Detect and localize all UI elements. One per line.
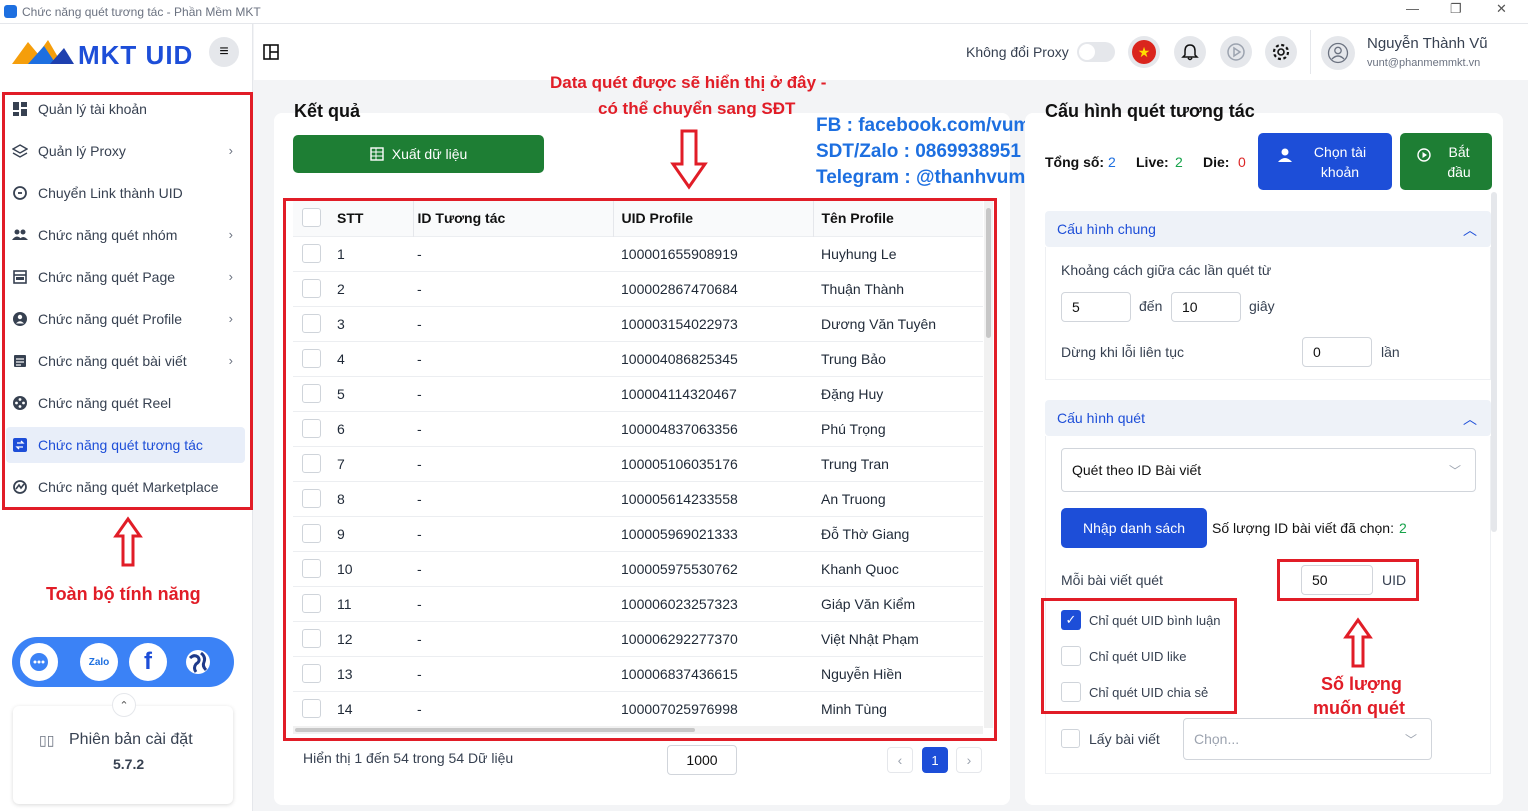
page-1-button[interactable]: 1 — [922, 747, 948, 773]
total-label: Tổng số: — [1045, 154, 1105, 170]
interval-label: Khoảng cách giữa các lần quét từ — [1061, 262, 1272, 278]
page-size-input[interactable]: 1000 — [667, 745, 737, 775]
avatar[interactable] — [1321, 36, 1355, 70]
menu-toggle-button[interactable]: ≡ — [209, 37, 239, 67]
window-titlebar: Chức năng quét tương tác - Phần Mềm MKT … — [0, 0, 1528, 24]
play-icon — [1417, 147, 1431, 162]
layout-toggle-icon[interactable] — [263, 44, 279, 60]
prev-page-button[interactable]: ‹ — [887, 747, 913, 773]
start-button[interactable]: Bắt đầu — [1400, 133, 1492, 190]
scan-mode-value: Quét theo ID Bài viết — [1072, 462, 1202, 478]
annotation-all-features: Toàn bộ tính năng — [46, 584, 201, 604]
pagination-info: Hiển thị 1 đến 54 trong 54 Dữ liệu — [303, 750, 514, 766]
selected-count-label: Số lượng ID bài viết đã chọn: — [1212, 520, 1394, 536]
excel-icon — [370, 147, 384, 161]
user-add-icon — [1277, 147, 1293, 163]
annotation-quantity-1: Số lượng — [1321, 674, 1402, 694]
version-box: ▯▯ Phiên bản cài đặt 5.7.2 — [13, 706, 233, 804]
annotation-facebook: FB : facebook.com/vumkt — [816, 115, 1048, 136]
get-posts-checkbox[interactable] — [1061, 729, 1080, 748]
total-count: 2 — [1108, 154, 1116, 170]
annotation-quantity-2: muốn quét — [1313, 698, 1405, 718]
up-arrow-annotation-icon — [113, 516, 143, 568]
live-label: Live: — [1136, 154, 1169, 170]
annotation-box-table — [283, 198, 997, 741]
topbar-divider — [1310, 30, 1311, 74]
restore-icon[interactable]: ❐ — [1450, 1, 1462, 17]
annotation-phone: SDT/Zalo : 0869938951 — [816, 141, 1021, 162]
die-label: Die: — [1203, 154, 1230, 170]
selected-count: 2 — [1399, 520, 1407, 536]
general-config-title: Cấu hình chung — [1057, 221, 1156, 237]
hamburger-icon: ≡ — [219, 43, 229, 60]
get-posts-placeholder: Chọn... — [1194, 731, 1240, 747]
stop-on-error-label: Dừng khi lỗi liên tục — [1061, 344, 1184, 360]
annotation-data-note-1: Data quét được sẽ hiển thị ở đây - — [550, 73, 827, 92]
die-count: 0 — [1238, 154, 1246, 170]
seconds-label: giây — [1249, 298, 1275, 314]
annotation-data-note-2: có thể chuyển sang SĐT — [598, 99, 796, 118]
export-button[interactable]: Xuất dữ liệu — [293, 135, 544, 173]
vietnam-flag-icon[interactable]: ★ — [1128, 36, 1160, 68]
choose-account-label: Chọn tài khoản — [1313, 143, 1367, 180]
chevron-up-icon[interactable]: ︿ — [1463, 409, 1477, 429]
version-icon: ▯▯ — [39, 732, 55, 748]
minimize-icon[interactable]: — — [1406, 1, 1419, 16]
import-list-button[interactable]: Nhập danh sách — [1061, 508, 1207, 548]
chevron-down-icon: ﹀ — [1404, 733, 1417, 747]
proxy-toggle[interactable] — [1077, 42, 1115, 62]
user-name: Nguyễn Thành Vũ — [1367, 35, 1488, 52]
zalo-label: Zalo — [88, 656, 110, 668]
config-scrollbar[interactable] — [1491, 192, 1497, 532]
import-list-label: Nhập danh sách — [1083, 520, 1185, 536]
choose-account-button[interactable]: Chọn tài khoản — [1258, 133, 1392, 190]
app-icon — [4, 5, 17, 18]
social-bar: Zalo f — [12, 637, 234, 687]
zalo-icon[interactable]: Zalo — [80, 643, 118, 681]
scan-config-title: Cấu hình quét — [1057, 410, 1145, 426]
live-count: 2 — [1175, 154, 1183, 170]
close-icon[interactable]: ✕ — [1496, 1, 1507, 17]
interval-to-input[interactable]: 10 — [1171, 292, 1241, 322]
window-title: Chức năng quét tương tác - Phần Mềm MKT — [22, 5, 261, 19]
play-circle-icon[interactable] — [1220, 36, 1252, 68]
start-label: Bắt đầu — [1447, 143, 1471, 180]
facebook-icon[interactable]: f — [129, 643, 167, 681]
chevron-down-icon: ﹀ — [1448, 464, 1461, 478]
interval-from-input[interactable]: 5 — [1061, 292, 1131, 322]
get-posts-label: Lấy bài viết — [1089, 731, 1160, 747]
proxy-label: Không đổi Proxy — [966, 44, 1069, 60]
to-label: đến — [1139, 298, 1163, 314]
up-arrow-quantity-icon — [1343, 617, 1373, 669]
next-page-button[interactable]: › — [956, 747, 982, 773]
user-email: vunt@phanmemmkt.vn — [1367, 57, 1481, 69]
logo-text: MKT UID — [78, 40, 194, 70]
get-posts-select[interactable]: Chọn... ﹀ — [1183, 718, 1432, 760]
config-title: Cấu hình quét tương tác — [1045, 101, 1255, 121]
version-label: Phiên bản cài đặt — [69, 731, 193, 748]
bell-icon[interactable] — [1174, 36, 1206, 68]
settings-gear-icon[interactable] — [1265, 36, 1297, 68]
general-config-header[interactable]: Cấu hình chung ︿ — [1045, 211, 1491, 247]
annotation-box-options — [1041, 598, 1237, 714]
chevron-up-icon[interactable]: ︿ — [1463, 220, 1477, 240]
annotation-box-quantity — [1277, 559, 1419, 601]
globe-icon[interactable] — [179, 643, 217, 681]
results-title: Kết quả — [294, 101, 361, 121]
support-icon[interactable] — [18, 641, 60, 683]
scan-config-header[interactable]: Cấu hình quét ︿ — [1045, 400, 1491, 436]
mkt-logo-icon — [10, 34, 76, 68]
collapse-up-icon[interactable]: ⌃ — [112, 693, 136, 717]
version-number: 5.7.2 — [113, 756, 145, 772]
down-arrow-annotation-icon — [670, 128, 708, 190]
per-post-label: Mỗi bài viết quét — [1061, 572, 1163, 588]
annotation-box-features — [2, 92, 253, 510]
scan-mode-select[interactable]: Quét theo ID Bài viết ﹀ — [1061, 448, 1476, 492]
stop-on-error-input[interactable]: 0 — [1302, 337, 1372, 367]
export-label: Xuất dữ liệu — [391, 146, 468, 162]
annotation-telegram: Telegram : @thanhvumkt — [816, 167, 1043, 188]
times-label: lần — [1381, 344, 1400, 360]
